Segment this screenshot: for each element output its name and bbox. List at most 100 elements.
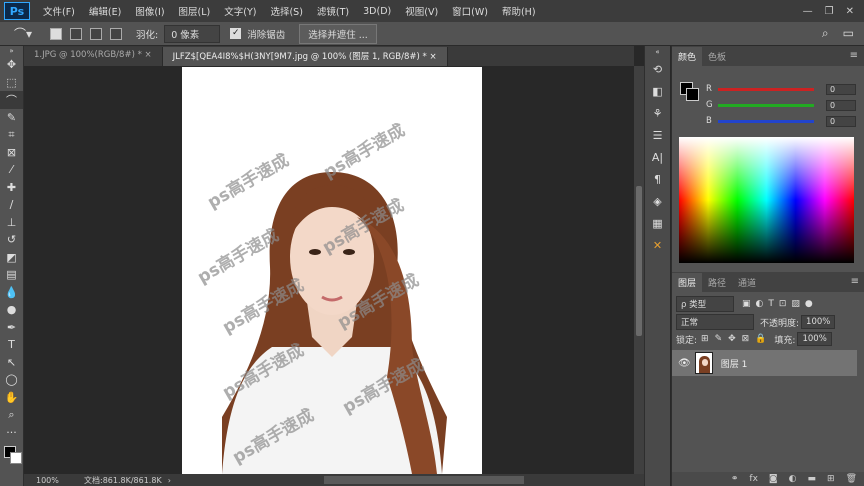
lasso-tool-icon[interactable]: ⌒ <box>0 91 23 109</box>
new-selection-icon[interactable] <box>50 27 63 40</box>
new-group-icon[interactable]: ▬ <box>808 474 817 484</box>
brush-settings-icon[interactable]: ☰ <box>645 124 670 146</box>
filter-icons[interactable]: ▣◐T⊡▨● <box>742 299 818 309</box>
paragraph-icon[interactable]: ¶ <box>645 168 670 190</box>
tab-active-document[interactable]: JLFZ$[QEA4I8%$H(3NY[9M7.jpg @ 100% (图层 1… <box>162 47 448 66</box>
crop-tool-icon[interactable]: ⌗ <box>0 126 23 144</box>
tab-layers[interactable]: 图层 <box>672 273 703 292</box>
type-tool-icon[interactable]: T <box>0 336 23 354</box>
layer-thumbnail[interactable] <box>694 352 713 374</box>
more-tools-icon[interactable]: ··· <box>0 424 23 442</box>
blend-mode-select[interactable]: 正常 <box>676 314 754 330</box>
properties-icon[interactable]: ◧ <box>645 80 670 102</box>
brush-tool-icon[interactable]: ∕ <box>0 196 23 214</box>
g-value[interactable]: 0 <box>826 99 856 111</box>
adjustments-icon[interactable]: ⚘ <box>645 102 670 124</box>
move-tool-icon[interactable]: ✥ <box>0 56 23 74</box>
vertical-scrollbar[interactable] <box>634 66 644 474</box>
status-menu-arrow[interactable]: › <box>168 476 171 485</box>
canvas-area[interactable]: ps高手速成 ps高手速成 ps高手速成 ps高手速成 ps高手速成 ps高手速… <box>24 66 634 474</box>
color-spectrum[interactable] <box>679 137 854 263</box>
add-mask-icon[interactable]: ◙ <box>769 474 778 484</box>
tools-cross-icon[interactable]: ✕ <box>645 234 670 256</box>
menu-filter[interactable]: 滤镜(T) <box>310 4 356 18</box>
menu-help[interactable]: 帮助(H) <box>495 4 543 18</box>
character-icon[interactable]: A| <box>645 146 670 168</box>
tab-swatches[interactable]: 色板 <box>702 47 732 66</box>
libraries-icon[interactable]: ▦ <box>645 212 670 234</box>
minimize-button[interactable]: — <box>803 6 813 17</box>
menu-image[interactable]: 图像(I) <box>128 4 171 18</box>
tab-channels[interactable]: 通道 <box>732 273 762 292</box>
history-brush-tool-icon[interactable]: ↺ <box>0 231 23 249</box>
dodge-tool-icon[interactable]: ● <box>0 301 23 319</box>
search-icon[interactable]: ⌕ <box>822 26 829 41</box>
adjustment-layer-icon[interactable]: ◐ <box>789 474 797 484</box>
menu-view[interactable]: 视图(V) <box>398 4 445 18</box>
quick-select-tool-icon[interactable]: ✎ <box>0 109 23 127</box>
hand-tool-icon[interactable]: ✋ <box>0 389 23 407</box>
tab-1jpg[interactable]: 1.JPG @ 100%(RGB/8#) * × <box>24 47 163 66</box>
menu-file[interactable]: 文件(F) <box>36 4 82 18</box>
menu-type[interactable]: 文字(Y) <box>217 4 263 18</box>
zoom-level[interactable]: 100% <box>36 476 84 485</box>
close-button[interactable]: ✕ <box>846 6 854 17</box>
r-value[interactable]: 0 <box>826 83 856 95</box>
gradient-tool-icon[interactable]: ▤ <box>0 266 23 284</box>
marquee-tool-icon[interactable]: ⬚ <box>0 74 23 92</box>
eyedropper-tool-icon[interactable]: ⁄ <box>0 161 23 179</box>
toolbar-collapse-icon[interactable]: » <box>0 46 23 56</box>
panel-menu-icon[interactable]: ≡ <box>850 50 858 61</box>
scroll-thumb[interactable] <box>636 186 642 336</box>
eraser-tool-icon[interactable]: ◩ <box>0 249 23 267</box>
tab-color[interactable]: 颜色 <box>672 47 703 66</box>
r-slider[interactable] <box>718 87 814 91</box>
select-and-mask-button[interactable]: 选择并遮住 ... <box>299 23 377 44</box>
add-selection-icon[interactable] <box>70 27 83 40</box>
workspace-icon[interactable]: ▭ <box>843 26 854 41</box>
fill-input[interactable]: 100% <box>797 332 832 346</box>
tab-paths[interactable]: 路径 <box>702 273 732 292</box>
history-icon[interactable]: ⟲ <box>645 58 670 80</box>
intersect-selection-icon[interactable] <box>110 27 123 40</box>
g-slider[interactable] <box>718 103 814 107</box>
horizontal-scroll-thumb[interactable] <box>324 476 524 484</box>
bg-color-chip[interactable] <box>686 88 699 101</box>
document-canvas[interactable]: ps高手速成 ps高手速成 ps高手速成 ps高手速成 ps高手速成 ps高手速… <box>182 67 482 474</box>
feather-input[interactable]: 0 像素 <box>164 24 221 43</box>
shape-tool-icon[interactable]: ◯ <box>0 371 23 389</box>
menu-window[interactable]: 窗口(W) <box>445 4 495 18</box>
layer-filter-select[interactable]: ρ 类型 <box>676 296 734 312</box>
link-layers-icon[interactable]: ⚭ <box>731 474 739 484</box>
panel-menu-icon[interactable]: ≡ <box>851 276 859 287</box>
stamp-tool-icon[interactable]: ⊥ <box>0 214 23 232</box>
lock-icons[interactable]: ⊞✎✥⊠🔒 <box>701 334 772 344</box>
maximize-button[interactable]: ❐ <box>825 6 834 17</box>
healing-tool-icon[interactable]: ✚ <box>0 179 23 197</box>
delete-layer-icon[interactable]: 🗑 <box>846 474 857 484</box>
pen-tool-icon[interactable]: ✒ <box>0 319 23 337</box>
background-color-swatch[interactable] <box>10 452 22 464</box>
layer-row[interactable]: 👁 图层 1 <box>672 350 857 376</box>
menu-select[interactable]: 选择(S) <box>263 4 309 18</box>
fx-icon[interactable]: fx <box>749 474 758 484</box>
opacity-input[interactable]: 100% <box>801 315 836 329</box>
subtract-selection-icon[interactable] <box>90 27 103 40</box>
frame-tool-icon[interactable]: ⊠ <box>0 144 23 162</box>
styles-icon[interactable]: ◈ <box>645 190 670 212</box>
antialias-checkbox[interactable]: ✓ <box>230 28 242 39</box>
new-layer-icon[interactable]: ⊞ <box>827 474 835 484</box>
lasso-preset-icon[interactable]: ⌒▾ <box>14 25 32 42</box>
strip-collapse-icon[interactable]: « <box>645 46 670 58</box>
b-value[interactable]: 0 <box>826 115 856 127</box>
path-select-tool-icon[interactable]: ↖ <box>0 354 23 372</box>
menu-edit[interactable]: 编辑(E) <box>82 4 128 18</box>
blur-tool-icon[interactable]: 💧 <box>0 284 23 302</box>
menu-layer[interactable]: 图层(L) <box>172 4 218 18</box>
b-slider[interactable] <box>718 119 814 123</box>
visibility-eye-icon[interactable]: 👁 <box>678 358 691 369</box>
layer-name[interactable]: 图层 1 <box>721 357 748 370</box>
zoom-tool-icon[interactable]: ⌕ <box>0 406 23 424</box>
tab-close-icon[interactable]: × <box>429 52 436 62</box>
menu-3d[interactable]: 3D(D) <box>356 6 398 17</box>
